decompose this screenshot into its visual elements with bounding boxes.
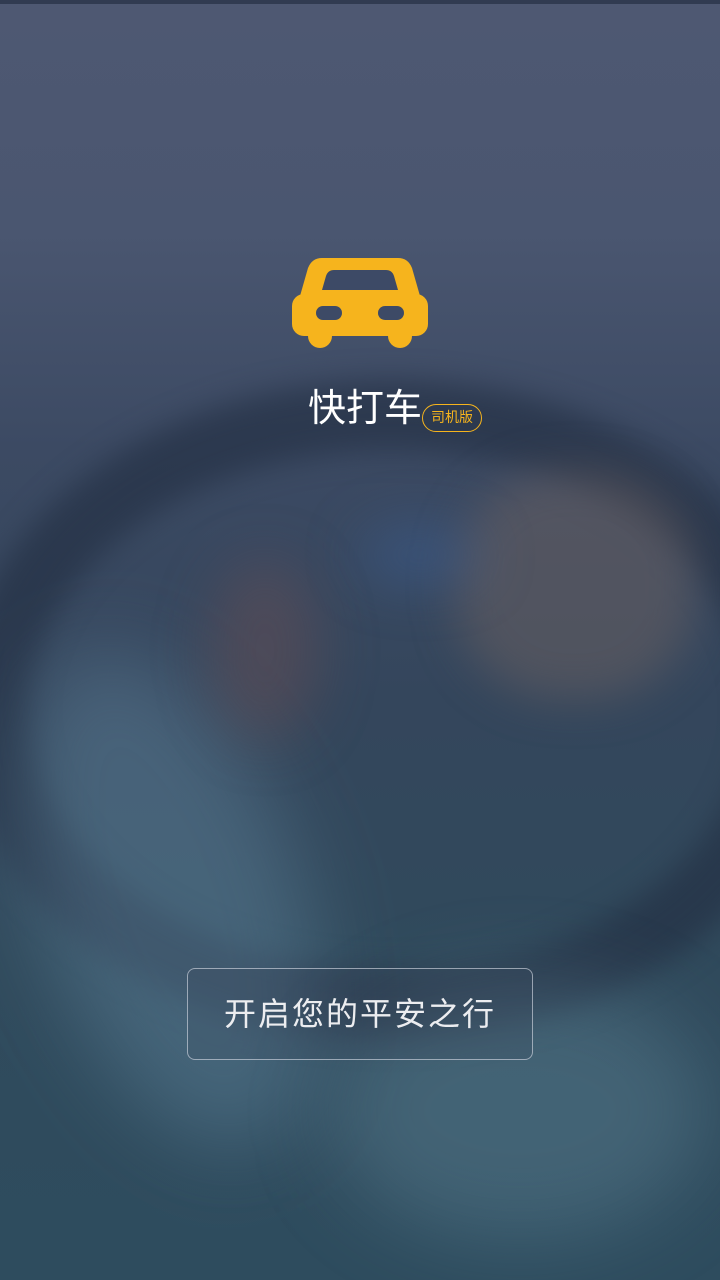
start-journey-button[interactable]: 开启您的平安之行 [187, 968, 533, 1060]
app-title-row: 快打车 [0, 380, 720, 436]
car-icon [292, 258, 428, 348]
splash-screen: 快打车 司机版 开启您的平安之行 [0, 0, 720, 1280]
background-hand [455, 470, 695, 700]
top-edge [0, 0, 720, 4]
background-blob [360, 530, 480, 580]
app-name: 快打车 [308, 386, 423, 430]
edition-badge: 司机版 [422, 404, 482, 432]
background-blob [210, 560, 320, 740]
